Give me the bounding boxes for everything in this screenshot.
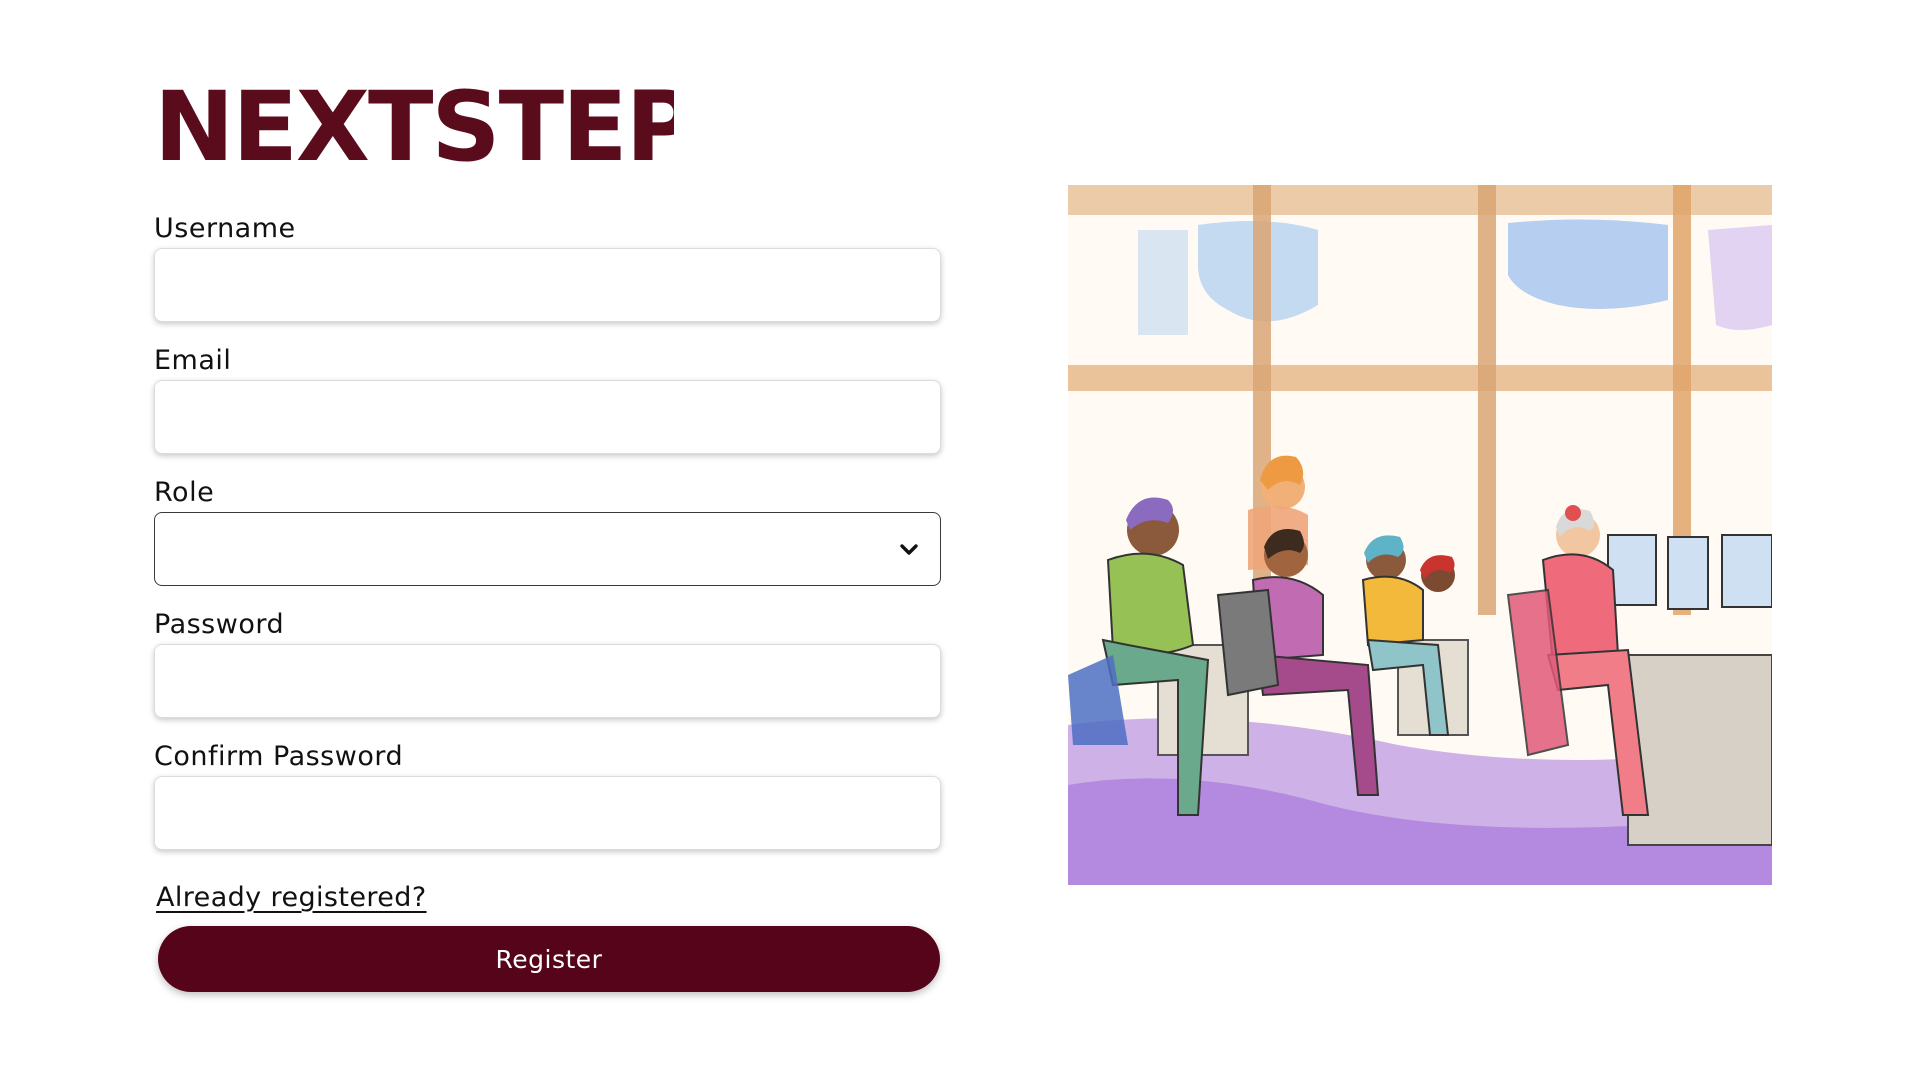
role-field-group: Role (154, 476, 941, 586)
password-field-group: Password (154, 608, 941, 718)
nextstep-logo: NEXTSTEP (154, 71, 696, 183)
role-select[interactable] (154, 512, 941, 586)
role-label: Role (154, 477, 215, 508)
email-input[interactable] (154, 380, 941, 454)
register-button[interactable]: Register (158, 926, 940, 992)
username-label: Username (154, 213, 296, 244)
email-field-group: Email (154, 344, 941, 454)
username-field-group: Username (154, 212, 941, 322)
email-label: Email (154, 345, 232, 376)
logo-text: NEXTSTEP (154, 80, 674, 170)
password-input[interactable] (154, 644, 941, 718)
office-illustration (1068, 185, 1773, 885)
registration-form: Username Email Role Password Confirm Pas… (154, 212, 941, 913)
confirm-password-field-group: Confirm Password (154, 740, 941, 850)
password-label: Password (154, 609, 285, 640)
confirm-password-label: Confirm Password (154, 741, 404, 772)
username-input[interactable] (154, 248, 941, 322)
office-people-watercolor-illustration (1068, 185, 1773, 885)
confirm-password-input[interactable] (154, 776, 941, 850)
already-registered-link[interactable]: Already registered? (156, 882, 427, 913)
chevron-down-icon (900, 544, 918, 555)
